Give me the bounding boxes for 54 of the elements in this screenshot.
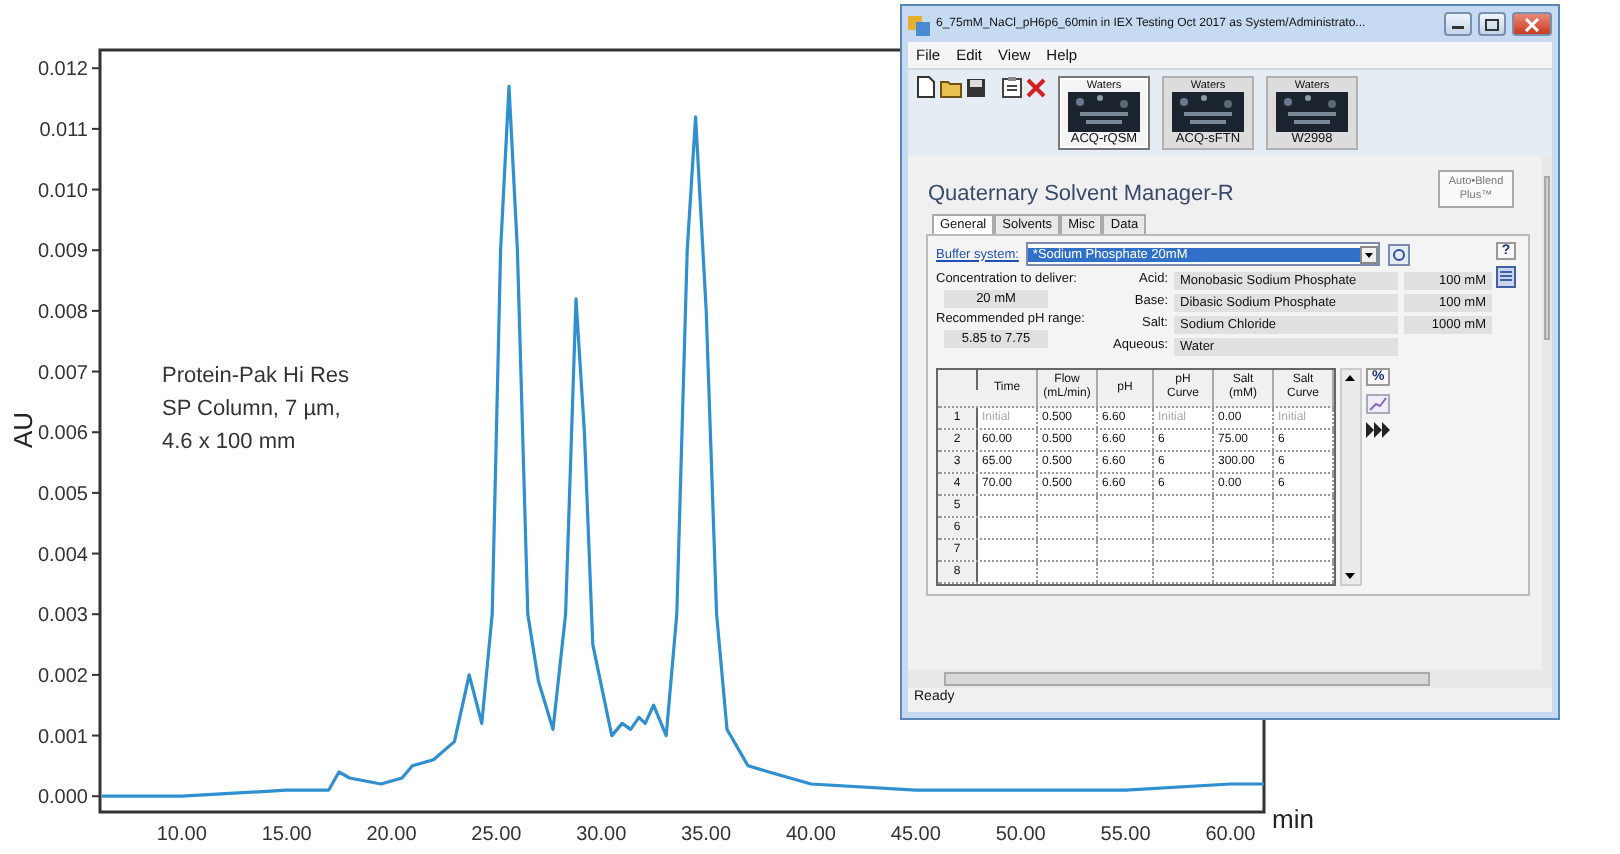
tick-label: 0.006 [37, 423, 88, 446]
tick-label: 40.00 [785, 824, 836, 846]
chart-icon[interactable] [1366, 394, 1391, 415]
tick-label: 25.00 [471, 824, 522, 846]
clipboard-icon[interactable] [1002, 76, 1022, 98]
tick-label: 0.001 [37, 726, 88, 749]
tick-label: 0.004 [37, 544, 88, 567]
tick-label: 20.00 [366, 824, 417, 846]
open-folder-icon[interactable] [940, 76, 962, 98]
tick-label: 60.00 [1205, 824, 1256, 846]
refresh-icon[interactable] [1388, 243, 1411, 266]
tick-label: 0.005 [37, 483, 88, 506]
module-image-icon [1172, 92, 1244, 132]
tick-label: 0.011 [39, 119, 88, 142]
tick-label: 35.00 [681, 824, 732, 846]
close-button[interactable] [1512, 12, 1552, 36]
annotation-text: Protein-Pak Hi Res [162, 364, 350, 388]
close-icon [1524, 17, 1540, 31]
tick-label: 55.00 [1100, 824, 1151, 846]
module-image-icon [1276, 92, 1348, 132]
new-document-icon[interactable] [916, 76, 936, 98]
tick-label: 10.00 [156, 824, 207, 846]
scroll-thumb[interactable] [1544, 176, 1550, 340]
tick-label: 0.008 [37, 301, 88, 324]
minimize-button[interactable] [1444, 12, 1472, 36]
scroll-thumb[interactable] [944, 672, 1431, 686]
tick-label: 0.010 [37, 180, 88, 203]
annotation-text: 4.6 x 100 mm [162, 430, 296, 454]
tick-label: 45.00 [890, 824, 941, 846]
save-icon[interactable] [966, 77, 986, 97]
tick-label: 50.00 [995, 824, 1046, 846]
tick-label: 0.003 [37, 605, 88, 628]
tick-label: 30.00 [576, 824, 627, 846]
app-icon [908, 13, 930, 35]
fast-forward-icon[interactable] [1366, 422, 1391, 439]
module-image-icon [1068, 92, 1140, 132]
horizontal-scrollbar[interactable] [908, 670, 1552, 688]
annotation-text: SP Column, 7 µm, [162, 397, 341, 421]
tick-label: 0.000 [37, 787, 88, 810]
delete-icon[interactable] [1026, 77, 1046, 97]
table-scrollbar[interactable] [1340, 368, 1362, 587]
document-icon[interactable] [1496, 266, 1516, 289]
tick-label: 0.007 [37, 362, 88, 385]
tick-label: 15.00 [261, 824, 312, 846]
vertical-scrollbar[interactable] [1542, 156, 1552, 670]
tick-label: 0.002 [37, 665, 88, 688]
scroll-up-icon [1342, 370, 1358, 387]
panel-title: Quaternary Solvent Manager-R [928, 182, 1234, 206]
tick-label: 0.012 [37, 59, 88, 82]
maximize-icon [1484, 17, 1500, 31]
maximize-button[interactable] [1478, 12, 1506, 36]
tick-label: 0.009 [37, 241, 88, 264]
axis-title: AU [8, 411, 38, 449]
axis-title: min [1272, 804, 1314, 834]
